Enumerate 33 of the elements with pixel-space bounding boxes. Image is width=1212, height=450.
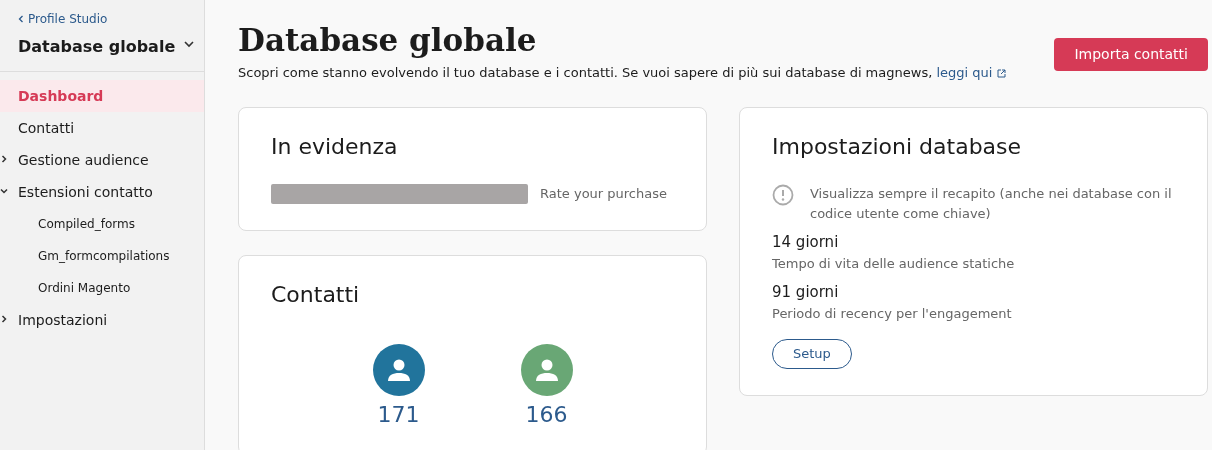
card-title: Impostazioni database bbox=[772, 133, 1023, 161]
nav-item[interactable]: Estensioni contatto bbox=[0, 176, 204, 208]
nav-item[interactable]: Gestione audience bbox=[0, 144, 204, 176]
nav-item[interactable]: Ordini Magento bbox=[0, 272, 204, 304]
page-description: Scopri come stanno evolvendo il tuo database e i contatti. Se vuoi sapere di più sui database di magnews, leggi qui bbox=[238, 63, 1006, 83]
page-title: Database globale bbox=[238, 22, 538, 60]
chevron-down-icon[interactable] bbox=[184, 40, 194, 48]
chevron-left-icon bbox=[18, 15, 24, 23]
chevron-right-icon[interactable] bbox=[0, 315, 8, 323]
nav-item[interactable]: Contatti bbox=[0, 112, 204, 144]
contact-count: 171 bbox=[377, 404, 420, 427]
nav-item[interactable]: Impostazioni bbox=[0, 304, 204, 336]
back-link[interactable]: Profile Studio bbox=[18, 10, 108, 28]
contact-count: 166 bbox=[525, 404, 568, 427]
card-title: In evidenza bbox=[271, 133, 399, 161]
info-icon bbox=[772, 184, 794, 207]
sidebar-title: Database globale bbox=[18, 36, 176, 58]
nav-item[interactable]: Compiled_forms bbox=[0, 208, 204, 240]
chevron-right-icon[interactable] bbox=[0, 155, 8, 163]
setup-button[interactable]: Setup bbox=[772, 339, 852, 369]
nav-item[interactable]: Gm_formcompilations bbox=[0, 240, 204, 272]
import-contacts-button[interactable]: Importa contatti bbox=[1054, 38, 1208, 71]
external-link-icon bbox=[996, 69, 1006, 79]
setting-label: Tempo di vita delle audience statiche bbox=[772, 254, 1016, 273]
nav-item[interactable]: Dashboard bbox=[0, 80, 204, 112]
chevron-down-icon[interactable] bbox=[0, 187, 8, 195]
notice-text: Visualizza sempre il recapito (anche nei database con il codice utente come chiave) bbox=[810, 185, 1173, 223]
read-more-link[interactable]: leggi qui bbox=[936, 65, 993, 81]
setting-label: Periodo di recency per l'engagement bbox=[772, 304, 1013, 323]
card-title: Contatti bbox=[271, 282, 361, 309]
setting-value: 91 giorni bbox=[772, 282, 840, 304]
setting-value: 14 giorni bbox=[772, 232, 840, 254]
caption: Rate your purchase bbox=[540, 185, 667, 204]
